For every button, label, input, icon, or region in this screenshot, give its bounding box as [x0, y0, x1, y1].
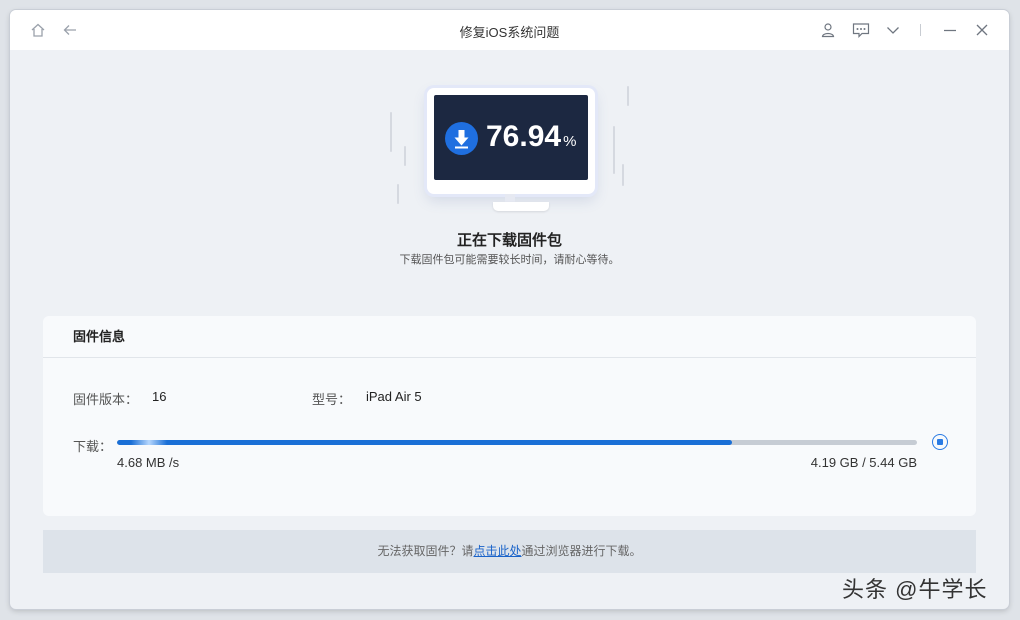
footer-suffix: 通过浏览器进行下载。	[521, 544, 642, 558]
download-illustration: 76.94%	[385, 82, 635, 232]
watermark-text: 头条 @牛学长	[842, 577, 988, 602]
decor-line	[390, 112, 392, 152]
firmware-version-label: 固件版本：	[73, 392, 139, 407]
stop-download-button[interactable]	[932, 434, 948, 450]
decor-line	[627, 86, 629, 106]
firmware-version-value: 16	[152, 389, 167, 404]
firmware-info-card: 固件信息 固件版本： 16 型号： iPad Air 5 下载： 4.68 MB…	[43, 316, 976, 516]
download-label: 下载：	[73, 439, 113, 454]
monitor-graphic: 76.94%	[427, 88, 595, 194]
percentage-unit: %	[563, 133, 577, 150]
download-size: 4.19 GB / 5.44 GB	[810, 455, 917, 470]
monitor-screen: 76.94%	[434, 95, 588, 180]
minimize-icon[interactable]	[941, 21, 959, 39]
manual-download-bar: 无法获取固件？请点击此处通过浏览器进行下载。	[43, 530, 976, 573]
decor-line	[622, 164, 624, 186]
chevron-down-icon[interactable]	[884, 21, 902, 39]
download-progress-fill	[117, 440, 733, 445]
percentage-value: 76.94	[486, 120, 562, 153]
firmware-info-heading: 固件信息	[43, 316, 976, 358]
model-label: 型号：	[312, 392, 352, 407]
download-arrow-icon	[445, 122, 478, 155]
app-window: 修复iOS系统问题 76.94% 正在下载固件包 下载固件包可能需要较长时间，请…	[10, 10, 1009, 609]
download-progress-bar	[117, 440, 917, 445]
footer-prefix: 无法获取固件？请	[377, 544, 474, 558]
status-subtitle: 下载固件包可能需要较长时间，请耐心等待。	[399, 254, 620, 266]
monitor-stand	[493, 202, 549, 211]
close-icon[interactable]	[973, 21, 991, 39]
decor-line	[397, 184, 399, 204]
download-percentage: 76.94%	[486, 120, 576, 154]
decor-line	[404, 146, 406, 166]
titlebar-divider	[920, 24, 921, 36]
model-value: iPad Air 5	[366, 389, 422, 404]
feedback-icon[interactable]	[852, 21, 870, 39]
download-speed: 4.68 MB /s	[117, 455, 180, 470]
status-title: 正在下载固件包	[456, 232, 562, 249]
click-here-link[interactable]: 点击此处	[473, 544, 521, 558]
title-bar: 修复iOS系统问题	[10, 10, 1009, 50]
user-icon[interactable]	[819, 21, 837, 39]
decor-line	[613, 126, 615, 174]
